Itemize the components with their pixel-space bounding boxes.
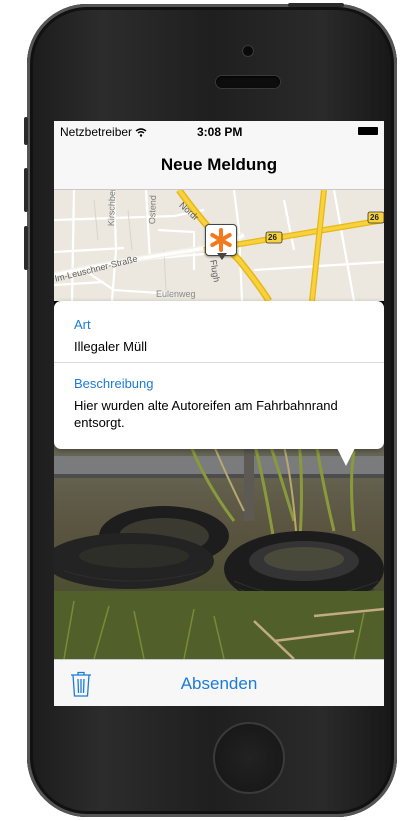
- report-detail-card: Art Illegaler Müll Beschreibung Hier wur…: [54, 301, 384, 466]
- map-label-eulenweg: Eulenweg: [156, 289, 196, 299]
- map-route-shield-2: 26: [370, 213, 379, 222]
- battery-icon: [358, 127, 378, 135]
- bottom-toolbar: Absenden: [54, 659, 384, 706]
- beschreibung-value[interactable]: Hier wurden alte Autoreifen am Fahrbahnr…: [74, 397, 374, 431]
- carrier-text: Netzbetreiber: [60, 125, 133, 139]
- card-divider: [54, 362, 384, 363]
- home-button[interactable]: [213, 722, 285, 794]
- mute-switch: [24, 117, 28, 145]
- earpiece-speaker: [216, 76, 280, 88]
- map-pin-tail: [217, 253, 227, 260]
- page-title: Neue Meldung: [160, 155, 278, 174]
- status-bar: Netzbetreiber 3:08 PM: [54, 121, 384, 141]
- map-pin[interactable]: [205, 224, 237, 260]
- art-value[interactable]: Illegaler Müll: [74, 338, 374, 355]
- carrier-label: Netzbetreiber: [60, 125, 147, 139]
- status-time: 3:08 PM: [197, 125, 243, 139]
- map-label-ostend: Ostend: [147, 194, 159, 225]
- volume-up-button: [24, 168, 28, 212]
- volume-down-button: [24, 226, 28, 270]
- card-pointer: [337, 448, 355, 466]
- tire-photo-image: [54, 441, 384, 659]
- map-route-shield-1: 26: [268, 233, 277, 242]
- map-label-kirschberg: Kirschberg: [106, 190, 118, 227]
- art-label: Art: [74, 317, 91, 332]
- power-button: [288, 3, 344, 7]
- wifi-icon: [135, 128, 147, 137]
- send-button[interactable]: Absenden: [54, 674, 384, 694]
- map-view[interactable]: Kirschberg Ostend Nordr lm-Leuschner-Str…: [54, 190, 384, 301]
- navigation-bar: Neue Meldung: [54, 141, 384, 190]
- beschreibung-label: Beschreibung: [74, 376, 154, 391]
- report-photo: [54, 441, 384, 659]
- asterisk-icon: [210, 228, 232, 252]
- front-camera: [243, 46, 253, 56]
- phone-screen: Netzbetreiber 3:08 PM Neue Meldung Kirsc…: [54, 121, 384, 706]
